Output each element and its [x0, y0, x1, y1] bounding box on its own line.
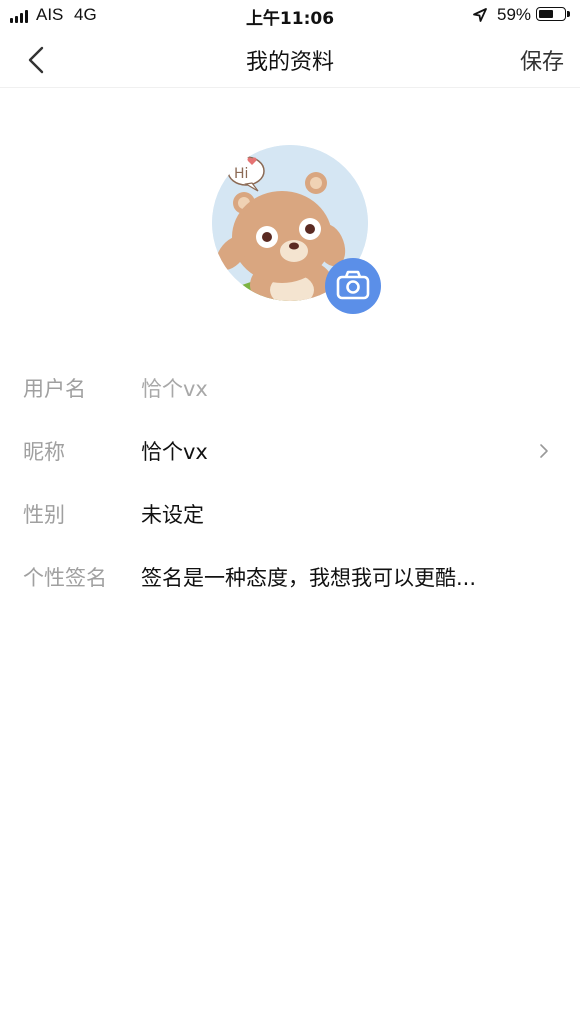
- nickname-value: 恰个vx: [141, 439, 208, 464]
- username-value: 恰个vx: [141, 376, 208, 401]
- status-bar: AIS 4G 上午11:06 59%: [0, 0, 580, 32]
- battery-icon: [536, 7, 566, 21]
- signature-value: 签名是一种态度，我想我可以更酷...: [141, 565, 477, 590]
- profile-form: 用户名 恰个vx 昵称 恰个vx 性别 未设定 个性签名 签名是一种态度，我想我…: [0, 356, 580, 608]
- bubble-text: Hi: [234, 166, 248, 182]
- gender-label: 性别: [23, 502, 65, 527]
- username-row: 用户名 恰个vx: [0, 356, 580, 419]
- camera-icon: [325, 258, 381, 314]
- signature-row[interactable]: 个性签名 签名是一种态度，我想我可以更酷...: [0, 545, 580, 608]
- avatar-section: Hi: [212, 145, 381, 314]
- nickname-row[interactable]: 昵称 恰个vx: [0, 419, 580, 482]
- nav-bar: 我的资料 保存: [0, 32, 580, 88]
- gender-row[interactable]: 性别 未设定: [0, 482, 580, 545]
- battery-percent: 59%: [497, 5, 532, 24]
- save-button[interactable]: 保存: [520, 44, 564, 76]
- battery-cap: [567, 11, 570, 17]
- page-title: 我的资料: [245, 50, 334, 75]
- change-avatar-button[interactable]: [324, 257, 382, 315]
- location-arrow-icon: [473, 8, 487, 22]
- status-time: 上午11:06: [245, 9, 335, 29]
- signature-label: 个性签名: [23, 565, 107, 590]
- nickname-label: 昵称: [23, 439, 65, 464]
- username-label: 用户名: [23, 376, 86, 401]
- battery-fill: [539, 10, 553, 18]
- chevron-right-icon: [540, 443, 548, 458]
- gender-value: 未设定: [141, 502, 204, 527]
